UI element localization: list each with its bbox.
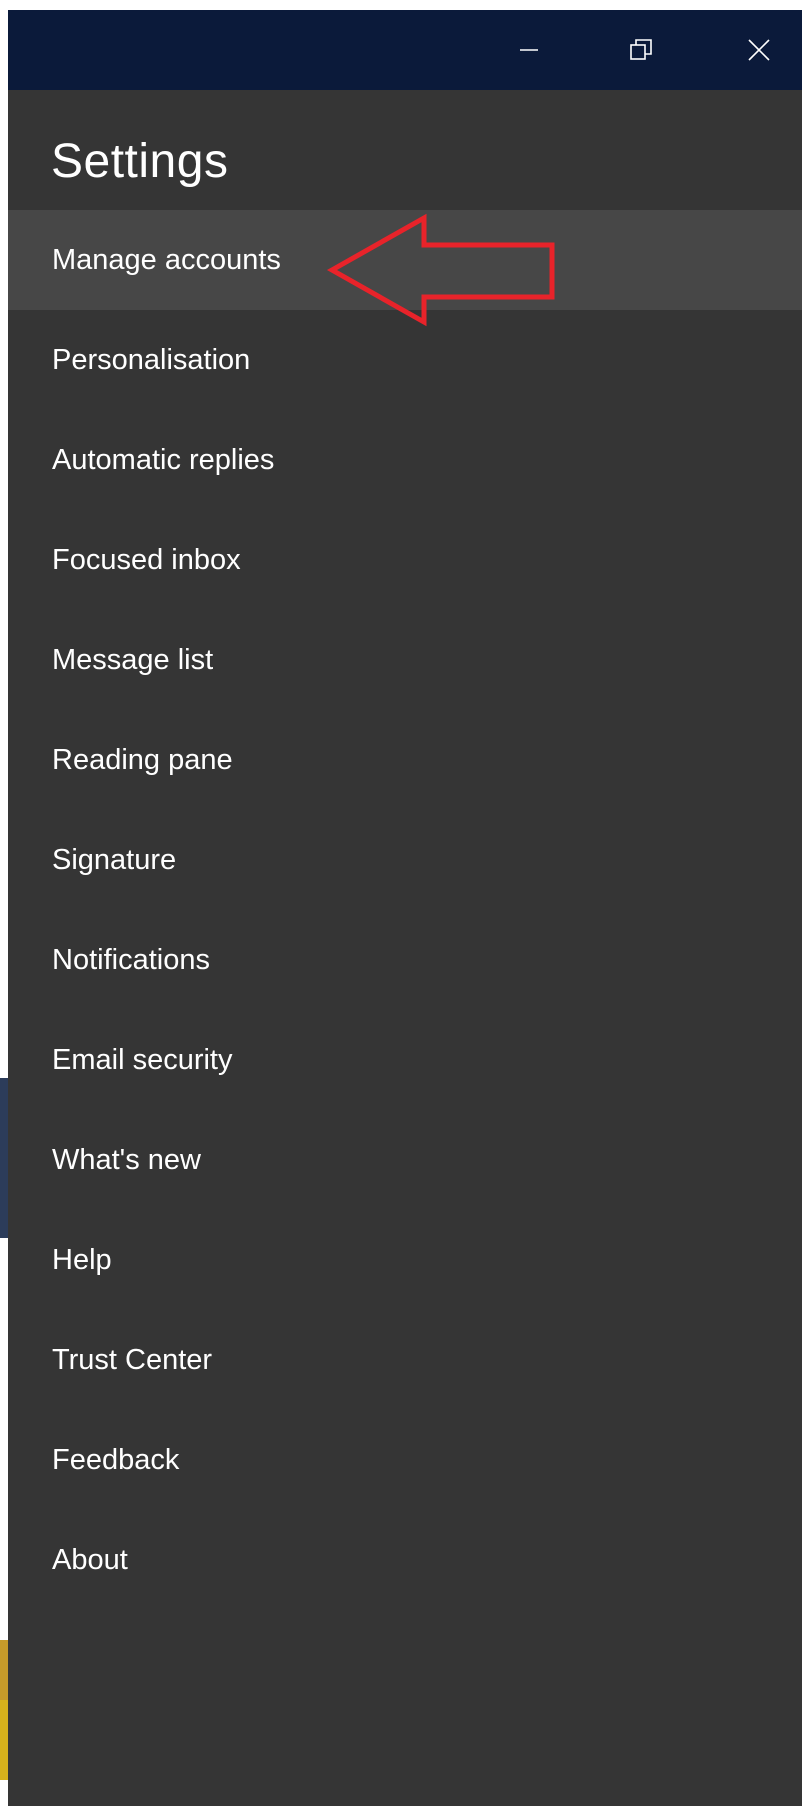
settings-title: Settings [51, 135, 229, 188]
close-button[interactable] [716, 10, 802, 90]
settings-item-email-security[interactable]: Email security [8, 1010, 802, 1110]
settings-item-personalisation[interactable]: Personalisation [8, 310, 802, 410]
settings-menu: Manage accounts Personalisation Automati… [8, 210, 802, 1610]
restore-icon [628, 37, 654, 63]
mail-settings-window: Settings Manage accounts Personalisation… [8, 10, 802, 1806]
background-edge-mark [0, 1078, 8, 1238]
settings-item-help[interactable]: Help [8, 1210, 802, 1310]
settings-item-reading-pane[interactable]: Reading pane [8, 710, 802, 810]
background-edge-mark [0, 1700, 8, 1780]
screenshot-page: Settings Manage accounts Personalisation… [0, 0, 802, 1806]
settings-item-manage-accounts[interactable]: Manage accounts [8, 210, 802, 310]
settings-item-whats-new[interactable]: What's new [8, 1110, 802, 1210]
settings-item-about[interactable]: About [8, 1510, 802, 1610]
title-bar [8, 10, 802, 90]
minimize-button[interactable] [486, 10, 572, 90]
settings-item-focused-inbox[interactable]: Focused inbox [8, 510, 802, 610]
settings-item-automatic-replies[interactable]: Automatic replies [8, 410, 802, 510]
background-edge-mark [0, 1640, 8, 1700]
settings-item-message-list[interactable]: Message list [8, 610, 802, 710]
close-icon [746, 37, 772, 63]
settings-item-feedback[interactable]: Feedback [8, 1410, 802, 1510]
settings-item-trust-center[interactable]: Trust Center [8, 1310, 802, 1410]
minimize-icon [518, 39, 540, 61]
restore-button[interactable] [598, 10, 684, 90]
settings-item-notifications[interactable]: Notifications [8, 910, 802, 1010]
settings-item-signature[interactable]: Signature [8, 810, 802, 910]
